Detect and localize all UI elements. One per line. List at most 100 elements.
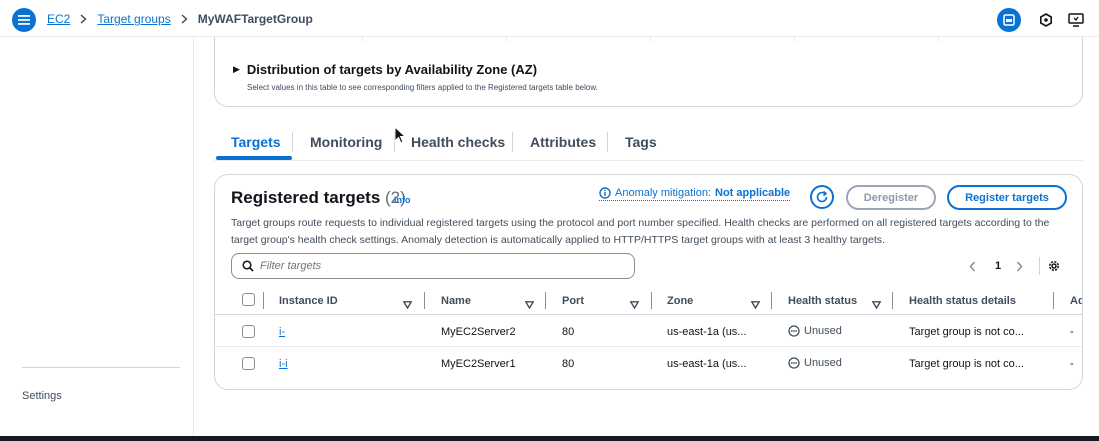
info-circle-icon (599, 187, 611, 199)
row-checkbox[interactable] (242, 357, 255, 370)
bottom-bar (0, 436, 1099, 441)
cell-zone: us-east-1a (us... (667, 326, 747, 338)
chevron-right-icon (181, 14, 188, 24)
search-icon (242, 260, 254, 272)
row-checkbox[interactable] (242, 325, 255, 338)
divider (506, 37, 507, 42)
sort-down-icon[interactable] (402, 296, 413, 314)
anomaly-value: Not applicable (715, 187, 791, 199)
tab-tags[interactable]: Tags (625, 134, 657, 150)
card-title: Registered targets (2) (231, 188, 406, 208)
cell-health-status: Unused (788, 357, 842, 369)
column-separator (424, 292, 425, 309)
tab-health-checks[interactable]: Health checks (411, 134, 505, 150)
active-tab-indicator (216, 156, 292, 160)
cell-name: MyEC2Server1 (441, 358, 516, 370)
anomaly-mitigation-link[interactable]: Anomaly mitigation: Not applicable (599, 187, 791, 201)
column-separator (651, 292, 652, 309)
monitor-icon[interactable] (1064, 8, 1088, 32)
tab-bar: Targets Monitoring Health checks Attribu… (214, 124, 1083, 161)
anomaly-label: Anomaly mitigation: (615, 187, 711, 199)
register-targets-button[interactable]: Register targets (947, 185, 1067, 210)
health-status-text: Unused (804, 357, 842, 369)
gear-icon[interactable] (1047, 259, 1061, 278)
sidebar: Settings (0, 37, 194, 441)
column-health-status-details[interactable]: Health status details (909, 295, 1016, 307)
cell-zone: us-east-1a (us... (667, 358, 747, 370)
cell-health-status: Unused (788, 325, 842, 337)
refresh-button[interactable] (810, 185, 834, 209)
table-row: i-i MyEC2Server1 80 us-east-1a (us... Un… (215, 348, 1082, 379)
registered-targets-card: Registered targets (2) Info Anomaly miti… (214, 174, 1083, 390)
breadcrumb-current: MyWAFTargetGroup (197, 12, 313, 26)
cell-port: 80 (562, 358, 575, 370)
info-link[interactable]: Info (394, 195, 411, 205)
next-page-icon[interactable] (1016, 259, 1023, 277)
status-unused-icon (788, 325, 800, 337)
column-instance-id[interactable]: Instance ID (279, 295, 338, 307)
az-distribution-toggle[interactable]: ▶ Distribution of targets by Availabilit… (233, 62, 537, 77)
cell-port: 80 (562, 326, 575, 338)
divider (938, 37, 939, 42)
select-all-checkbox[interactable] (242, 293, 255, 306)
column-separator (771, 292, 772, 309)
breadcrumb: EC2 Target groups MyWAFTargetGroup (47, 12, 313, 26)
column-port[interactable]: Port (562, 295, 584, 307)
column-separator (545, 292, 546, 309)
sort-down-icon[interactable] (871, 296, 882, 314)
chevron-right-icon (80, 14, 87, 24)
filter-targets-input[interactable] (260, 260, 620, 272)
registered-targets-title: Registered targets (231, 188, 381, 207)
cell-health-details: Target group is not co... (909, 358, 1024, 370)
az-distribution-subtitle: Select values in this table to see corre… (247, 83, 598, 92)
page-number[interactable]: 1 (995, 260, 1001, 272)
instance-id-link[interactable]: i-i (279, 358, 288, 370)
column-name[interactable]: Name (441, 295, 471, 307)
tab-attributes[interactable]: Attributes (530, 134, 596, 150)
breadcrumb-ec2[interactable]: EC2 (47, 12, 70, 26)
instance-id-link[interactable]: i- (279, 326, 285, 338)
cell-extra: - (1070, 358, 1074, 370)
cell-health-details: Target group is not co... (909, 326, 1024, 338)
az-distribution-panel: ▶ Distribution of targets by Availabilit… (214, 37, 1083, 107)
breadcrumb-target-groups[interactable]: Target groups (97, 12, 170, 26)
menu-icon[interactable] (12, 8, 36, 32)
filter-box (231, 253, 635, 279)
column-separator (892, 292, 893, 309)
column-health-status[interactable]: Health status (788, 295, 857, 307)
caret-right-icon: ▶ (233, 64, 240, 74)
tab-separator (292, 132, 293, 152)
divider (794, 37, 795, 42)
sort-down-icon[interactable] (750, 296, 761, 314)
tab-monitoring[interactable]: Monitoring (310, 134, 382, 150)
cell-extra: - (1070, 326, 1074, 338)
column-zone[interactable]: Zone (667, 295, 693, 307)
cell-name: MyEC2Server2 (441, 326, 516, 338)
column-ad[interactable]: Ad (1070, 295, 1082, 307)
divider (650, 37, 651, 42)
sort-down-icon[interactable] (629, 296, 640, 314)
tab-separator (607, 132, 608, 152)
pager-divider (1039, 257, 1040, 275)
tab-separator (512, 132, 513, 152)
panel-icon[interactable] (997, 8, 1021, 32)
sidebar-item-settings[interactable]: Settings (22, 390, 62, 402)
table-row: i- MyEC2Server2 80 us-east-1a (us... Unu… (215, 316, 1082, 347)
table-header: Instance ID Name Port Zone Health status… (215, 287, 1082, 315)
refresh-icon (816, 190, 828, 203)
tab-targets[interactable]: Targets (231, 134, 281, 150)
sort-down-icon[interactable] (524, 296, 535, 314)
status-unused-icon (788, 357, 800, 369)
health-status-text: Unused (804, 325, 842, 337)
hexagon-icon[interactable] (1034, 8, 1058, 32)
column-separator (263, 292, 264, 309)
az-distribution-title: Distribution of targets by Availability … (246, 62, 538, 77)
sidebar-divider (22, 367, 180, 368)
mouse-cursor-icon (394, 126, 406, 144)
column-separator (1053, 292, 1054, 309)
card-description: Target groups route requests to individu… (231, 217, 1050, 246)
divider (362, 37, 363, 42)
previous-page-icon[interactable] (969, 259, 976, 277)
deregister-button[interactable]: Deregister (846, 185, 936, 210)
top-bar: EC2 Target groups MyWAFTargetGroup (0, 0, 1099, 37)
